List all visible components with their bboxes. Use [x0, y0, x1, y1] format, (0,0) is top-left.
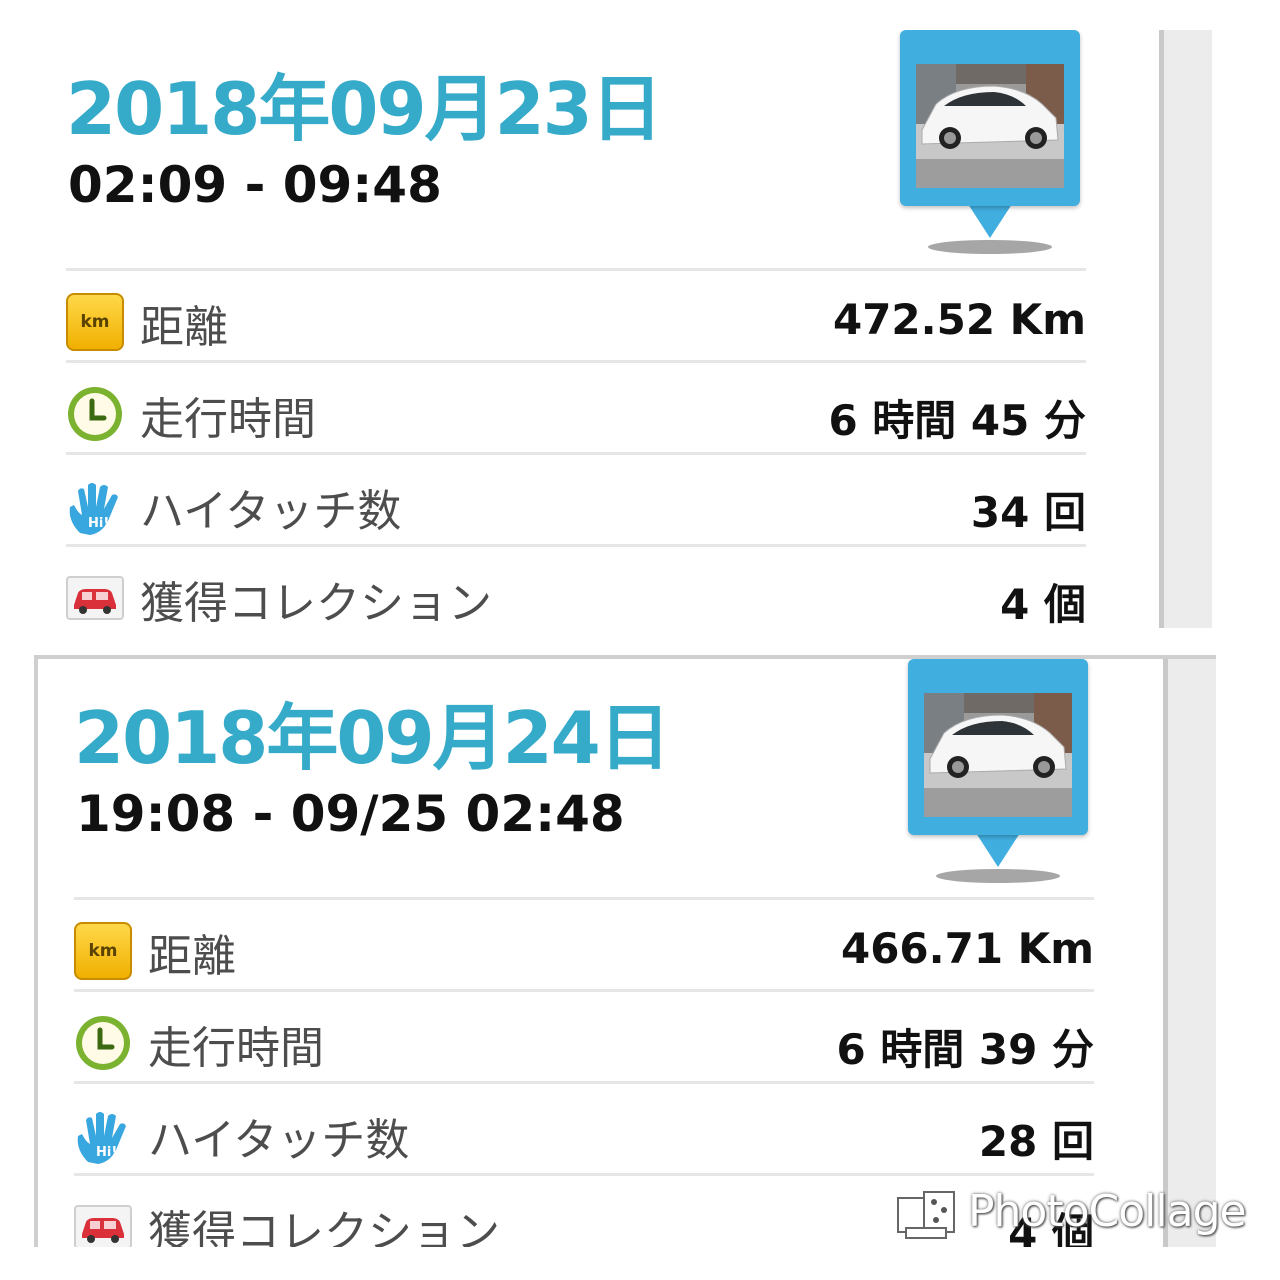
trip-card-2[interactable]: 2018年09月24日 19:08 - 09/25 02:48 km 距離 46…: [34, 655, 1216, 1247]
trip-date: 2018年09月23日: [66, 67, 663, 151]
car-photo: [924, 693, 1072, 817]
stat-value: 34 回: [970, 488, 1086, 537]
stat-value: 466.71 Km: [840, 924, 1094, 973]
car-photo: [916, 64, 1064, 188]
stat-label: ハイタッチ数: [148, 1115, 410, 1166]
stat-value: 6 時間 39 分: [836, 1025, 1094, 1074]
clock-icon: [74, 1014, 132, 1072]
stat-row-distance: km 距離 472.52 Km: [66, 268, 1086, 360]
car-photo-pin[interactable]: [906, 659, 1090, 889]
trip-date: 2018年09月24日: [74, 696, 671, 780]
stat-row-distance: km 距離 466.71 Km: [74, 897, 1094, 989]
car-icon: [66, 569, 124, 627]
stat-value: 4 個: [1000, 580, 1086, 628]
stat-row-drive-time: 走行時間 6 時間 39 分: [74, 989, 1094, 1081]
stat-value: 472.52 Km: [832, 295, 1086, 344]
trip-time-range: 02:09 - 09:48: [68, 156, 442, 214]
stat-label: ハイタッチ数: [140, 486, 402, 537]
stat-value: 6 時間 45 分: [828, 396, 1086, 445]
high-five-hand-icon: Hi!: [66, 477, 124, 535]
km-icon: km: [74, 922, 132, 980]
stat-value: 28 回: [978, 1117, 1094, 1166]
car-photo-pin[interactable]: [898, 30, 1082, 260]
stat-label: 走行時間: [140, 394, 316, 445]
clock-icon: [66, 385, 124, 443]
stat-label: 距離: [148, 931, 236, 982]
trip-card-1[interactable]: 2018年09月23日 02:09 - 09:48 km 距離 472.52 K…: [30, 30, 1212, 628]
photocollage-watermark: PhotoCollage: [894, 1184, 1254, 1244]
high-five-hand-icon: Hi!: [74, 1106, 132, 1164]
stat-row-collection: 獲得コレクション 4 個: [66, 544, 1086, 628]
scrollbar-rail[interactable]: [1163, 659, 1216, 1247]
stat-label: 獲得コレクション: [148, 1207, 500, 1247]
stat-label: 距離: [140, 302, 228, 353]
trip-time-range: 19:08 - 09/25 02:48: [76, 785, 625, 843]
trip-stats: km 距離 472.52 Km 走行時間 6 時間 45 分 Hi! ハイタッチ…: [66, 268, 1086, 628]
scrollbar-rail[interactable]: [1159, 30, 1212, 628]
svg-text:Hi!: Hi!: [96, 1145, 117, 1160]
svg-text:Hi!: Hi!: [88, 516, 109, 531]
watermark-text: PhotoCollage: [968, 1186, 1247, 1237]
stat-row-high-touch: Hi! ハイタッチ数 34 回: [66, 452, 1086, 544]
stat-row-high-touch: Hi! ハイタッチ数 28 回: [74, 1081, 1094, 1173]
stat-label: 走行時間: [148, 1023, 324, 1074]
car-icon: [74, 1198, 132, 1247]
stat-row-drive-time: 走行時間 6 時間 45 分: [66, 360, 1086, 452]
stat-label: 獲得コレクション: [140, 578, 492, 628]
km-icon: km: [66, 293, 124, 351]
photo-collage-logo-icon: [894, 1188, 960, 1242]
